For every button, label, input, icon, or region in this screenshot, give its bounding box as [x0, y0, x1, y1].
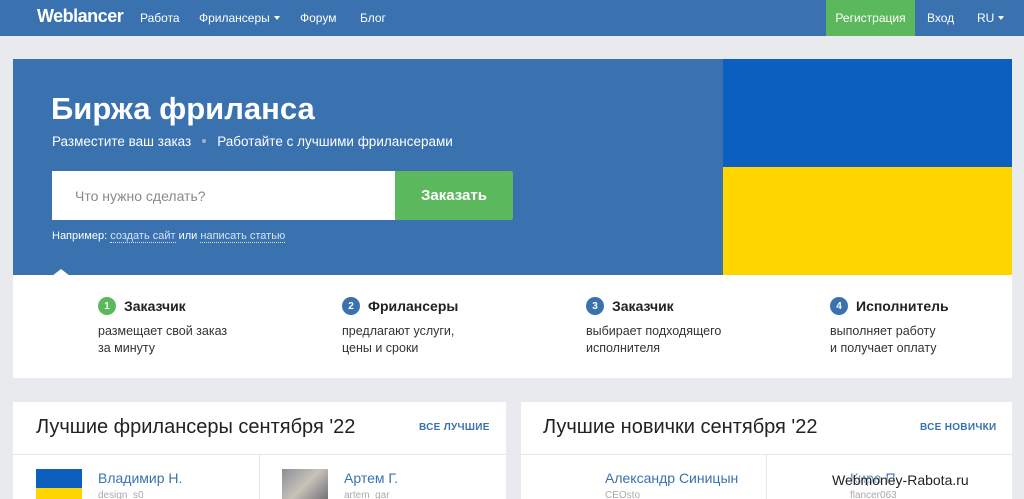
login-link[interactable]: Вход [927, 11, 954, 25]
step-title: Исполнитель [856, 298, 949, 314]
step-desc-line: размещает свой заказ [98, 324, 228, 338]
freelancer-name[interactable]: Александр Синицын [605, 470, 738, 486]
freelancer-name[interactable]: Артем Г. [344, 470, 398, 486]
nav-blog[interactable]: Блог [360, 11, 386, 25]
nav-freelancers-label: Фрилансеры [199, 11, 270, 25]
step-desc-line: и получает оплату [830, 341, 937, 355]
step-title: Заказчик [612, 298, 674, 314]
step-desc-line: выполняет работу [830, 324, 936, 338]
example-hint: Например: создать сайт или написать стат… [52, 230, 286, 243]
step-desc-line: цены и сроки [342, 341, 419, 355]
ukraine-flag-blue [723, 59, 1012, 167]
step-title: Заказчик [124, 298, 186, 314]
step-number-badge: 2 [342, 297, 360, 315]
example-link-write-article[interactable]: написать статью [200, 230, 286, 243]
example-or: или [178, 230, 198, 242]
all-newbies-link[interactable]: ВСЕ НОВИЧКИ [920, 422, 997, 433]
register-button[interactable]: Регистрация [826, 0, 915, 36]
example-link-create-site[interactable]: создать сайт [110, 230, 176, 243]
step-number-badge: 4 [830, 297, 848, 315]
freelancer-login: flancer063 [850, 490, 897, 499]
hero-title: Биржа фриланса [51, 91, 315, 126]
ukraine-flag-yellow [723, 167, 1012, 275]
step-title: Фрилансеры [368, 298, 459, 314]
nav-freelancers-dropdown[interactable]: Фрилансеры [199, 11, 280, 25]
top-navbar: Weblancer Работа Фрилансеры Форум Блог Р… [0, 0, 1024, 36]
watermark-text: Webmoney-Rabota.ru [832, 472, 969, 488]
hero-subtitle-right: Работайте с лучшими фрилансерами [217, 134, 453, 149]
language-label: RU [977, 11, 995, 25]
step-number-badge: 3 [586, 297, 604, 315]
language-dropdown[interactable]: RU [977, 11, 1005, 25]
logo[interactable]: Weblancer [37, 6, 124, 27]
hero-banner: Биржа фриланса Разместите ваш заказ Работ… [13, 59, 723, 275]
avatar[interactable] [36, 469, 82, 499]
step-4: 4 Исполнитель выполняет работу и получает … [830, 297, 949, 357]
nav-work[interactable]: Работа [140, 11, 180, 25]
chevron-down-icon [273, 16, 280, 20]
order-button[interactable]: Заказать [395, 171, 513, 220]
freelancer-login: artem_gar [344, 490, 390, 499]
bullet-dot [202, 139, 207, 143]
freelancer-login: design_s0 [98, 490, 144, 499]
freelancer-login: CEOsto [605, 490, 641, 499]
card-title: Лучшие фрилансеры сентября '22 [36, 416, 356, 438]
step-3: 3 Заказчик выбирает подходящего исполнител… [586, 297, 721, 357]
freelancer-name[interactable]: Владимир Н. [98, 470, 182, 486]
divider [766, 454, 767, 499]
step-number-badge: 1 [98, 297, 116, 315]
nav-forum[interactable]: Форум [300, 11, 336, 25]
step-desc-line: предлагают услуги, [342, 324, 455, 338]
how-it-works-steps: 1 Заказчик размещает свой заказ за минуту … [13, 275, 1012, 378]
step-desc-line: за минуту [98, 341, 156, 355]
avatar[interactable] [282, 469, 328, 499]
chevron-down-icon [998, 16, 1005, 20]
step-2: 2 Фрилансеры предлагают услуги, цены и сро… [342, 297, 458, 357]
card-title: Лучшие новички сентября '22 [543, 416, 818, 438]
example-label: Например: [52, 230, 108, 242]
best-freelancers-card: Лучшие фрилансеры сентября '22 ВСЕ ЛУЧШИ… [13, 402, 506, 499]
divider [259, 454, 260, 499]
hero-subtitle: Разместите ваш заказ Работайте с лучшими … [52, 134, 453, 149]
all-best-link[interactable]: ВСЕ ЛУЧШИЕ [419, 422, 490, 433]
step-1: 1 Заказчик размещает свой заказ за минуту [98, 297, 227, 357]
step-desc-line: исполнителя [586, 341, 661, 355]
step-desc-line: выбирает подходящего [586, 324, 722, 338]
task-search-input[interactable] [52, 171, 396, 220]
hero-subtitle-left: Разместите ваш заказ [52, 134, 192, 149]
